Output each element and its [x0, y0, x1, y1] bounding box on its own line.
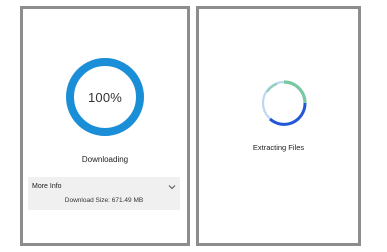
- extract-panel: Extracting Files: [196, 6, 361, 246]
- more-info-section[interactable]: More Info Download Size: 671.49 MB: [28, 177, 180, 210]
- installer-screens: 100% Downloading More Info Download Size…: [0, 0, 387, 252]
- progress-percent-label: 100%: [87, 89, 123, 105]
- loading-spinner-icon: [258, 77, 310, 129]
- more-info-toggle[interactable]: More Info: [32, 181, 176, 192]
- extracting-status-text: Extracting Files: [252, 143, 305, 152]
- download-status-text: Downloading: [81, 155, 129, 164]
- download-panel: 100% Downloading More Info Download Size…: [20, 6, 190, 246]
- download-size-text: Download Size: 671.49 MB: [64, 197, 144, 204]
- more-info-label: More Info: [32, 183, 62, 190]
- chevron-down-icon[interactable]: [168, 184, 176, 190]
- download-progress-ring: 100%: [64, 56, 146, 138]
